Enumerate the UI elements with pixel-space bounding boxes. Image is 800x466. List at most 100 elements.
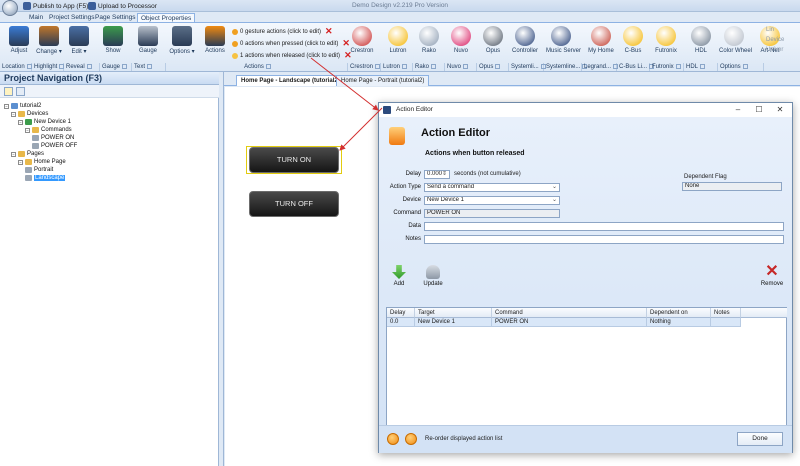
ribbon-button-show[interactable]: Show [98, 26, 128, 54]
col-notes[interactable]: Notes [711, 308, 741, 318]
col-delay[interactable]: Delay [387, 308, 415, 318]
gesture-actions-link[interactable]: 0 gesture actions (click to edit) ✕ [232, 26, 333, 37]
dialog-launcher-icon[interactable] [375, 63, 381, 69]
dialog-launcher-icon[interactable] [147, 63, 153, 69]
ribbon-button-edit[interactable]: Edit ▾ [64, 26, 94, 55]
collapse-toggle-icon[interactable]: − [4, 103, 9, 109]
brand-button-hdl[interactable]: HDL [686, 26, 716, 54]
tab-portrait[interactable]: Home Page - Portrait (tutorial2) [336, 75, 430, 86]
minimize-icon[interactable]: – [731, 105, 745, 115]
dialog-launcher-icon[interactable] [122, 63, 128, 69]
update-button[interactable]: Update [416, 265, 450, 287]
turn-off-button[interactable]: TURN OFF [249, 191, 339, 217]
clear-gesture-actions-icon[interactable]: ✕ [325, 26, 333, 37]
maximize-icon[interactable]: ☐ [752, 105, 766, 115]
ribbon-button-gauge[interactable]: Gauge [133, 26, 163, 54]
overflow-universe[interactable]: Univer [766, 47, 783, 53]
stepper-icon[interactable]: ⇕ [442, 171, 447, 178]
dependent-flag-field[interactable]: None [682, 182, 782, 191]
panel-splitter[interactable] [219, 72, 224, 466]
tree-item[interactable]: − New Device 1 [18, 118, 71, 126]
move-down-icon[interactable] [405, 433, 417, 445]
ribbon-button-adjust[interactable]: Adjust [4, 26, 34, 54]
collapse-toggle-icon[interactable]: − [18, 119, 23, 125]
pressed-actions-link[interactable]: 0 actions when pressed (click to edit) ✕ [232, 38, 350, 48]
folder-icon[interactable] [4, 87, 13, 96]
dialog-launcher-icon[interactable] [463, 63, 469, 69]
tab-project-settings[interactable]: Project Settings [46, 13, 98, 22]
table-cell-dependent[interactable]: Nothing [647, 318, 711, 327]
brand-button-colorwheel[interactable]: Color Wheel [719, 26, 752, 54]
brand-button-rako[interactable]: Rako [414, 26, 444, 54]
data-input[interactable] [424, 222, 784, 231]
tab-object-properties[interactable]: Object Properties [137, 13, 196, 22]
table-cell-target[interactable]: New Device 1 [415, 318, 492, 327]
dialog-launcher-icon[interactable] [431, 63, 437, 69]
turn-on-button[interactable]: TURN ON [249, 147, 339, 173]
action-type-select[interactable]: Send a command ⌄ [424, 183, 560, 192]
dialog-launcher-icon[interactable] [26, 63, 32, 69]
dialog-launcher-icon[interactable] [700, 63, 706, 69]
delay-input[interactable]: 0.000 ⇕ [424, 170, 450, 179]
dialog-launcher-icon[interactable] [86, 63, 92, 69]
tree-item[interactable]: − Commands [25, 126, 72, 134]
move-up-icon[interactable] [387, 433, 399, 445]
add-button[interactable]: Add [382, 265, 416, 287]
tree-item[interactable]: Landscape [25, 174, 66, 182]
dialog-launcher-icon[interactable] [742, 63, 748, 69]
table-cell-delay[interactable]: 0.0 [387, 318, 415, 327]
tree-item-label: Home Page [34, 159, 66, 165]
brand-button-controller[interactable]: Controller [510, 26, 540, 54]
brand-button-crestron[interactable]: Crestron [347, 26, 377, 54]
tab-page-settings[interactable]: Page Settings [92, 13, 138, 22]
remove-icon: ✕ [765, 263, 779, 280]
table-cell-command[interactable]: POWER ON [492, 318, 647, 327]
close-icon[interactable]: ✕ [773, 105, 787, 115]
ribbon-button-label: Edit ▾ [71, 49, 87, 55]
device-select[interactable]: New Device 1 ⌄ [424, 196, 560, 205]
tree-item[interactable]: − Pages [11, 150, 44, 158]
tree-item[interactable]: Portrait [25, 166, 53, 174]
brand-button-nuvo[interactable]: Nuvo [446, 26, 476, 54]
tab-landscape[interactable]: Home Page - Landscape (tutorial2) [236, 75, 345, 86]
collapse-icon[interactable] [16, 87, 25, 96]
command-field[interactable]: POWER ON [424, 209, 560, 218]
overflow-lin[interactable]: Lin [766, 27, 774, 33]
dialog-launcher-icon[interactable] [402, 63, 408, 69]
dialog-launcher-icon[interactable] [265, 63, 271, 69]
tree-item[interactable]: POWER OFF [32, 142, 77, 150]
notes-input[interactable] [424, 235, 784, 244]
collapse-toggle-icon[interactable]: − [18, 159, 23, 165]
remove-button[interactable]: ✕ Remove [755, 263, 789, 288]
overflow-device[interactable]: Device [766, 37, 784, 43]
tab-main[interactable]: Main [26, 13, 46, 22]
brand-button-opus[interactable]: Opus [478, 26, 508, 54]
dialog-launcher-icon[interactable] [495, 63, 501, 69]
brand-button-musicserver[interactable]: Music Server [546, 26, 581, 54]
collapse-toggle-icon[interactable]: − [11, 111, 16, 117]
collapse-toggle-icon[interactable]: − [11, 151, 16, 157]
brand-button-label: C-Bus [624, 48, 642, 54]
ribbon-button-options[interactable]: Options ▾ [167, 26, 197, 55]
col-target[interactable]: Target [415, 308, 492, 318]
done-button[interactable]: Done [737, 432, 783, 446]
tree-item[interactable]: − Home Page [18, 158, 66, 166]
col-dependent-on[interactable]: Dependent on [647, 308, 711, 318]
tree-item[interactable]: − Devices [11, 110, 48, 118]
collapse-toggle-icon[interactable]: − [25, 127, 30, 133]
ribbon-button-actions[interactable]: Actions [200, 26, 230, 54]
ribbon-button-change[interactable]: Change ▾ [34, 26, 64, 55]
tree-item[interactable]: − tutorial2 [4, 102, 41, 110]
col-command[interactable]: Command [492, 308, 647, 318]
dialog-launcher-icon[interactable] [675, 63, 681, 69]
brand-button-cbus[interactable]: C-Bus [618, 26, 648, 54]
brand-button-myhome[interactable]: My Home [586, 26, 616, 54]
brand-button-lutron[interactable]: Lutron [383, 26, 413, 54]
brand-button-futronix[interactable]: Futronix [651, 26, 681, 54]
released-actions-link[interactable]: 1 actions when released (click to edit) … [232, 50, 352, 60]
ribbon-button-label: Adjust [10, 48, 28, 54]
ribbon-group-hdl: HDL [684, 63, 718, 71]
app-menu-orb[interactable] [2, 0, 18, 16]
tree-item[interactable]: POWER ON [32, 134, 74, 142]
table-cell-notes[interactable] [711, 318, 741, 327]
